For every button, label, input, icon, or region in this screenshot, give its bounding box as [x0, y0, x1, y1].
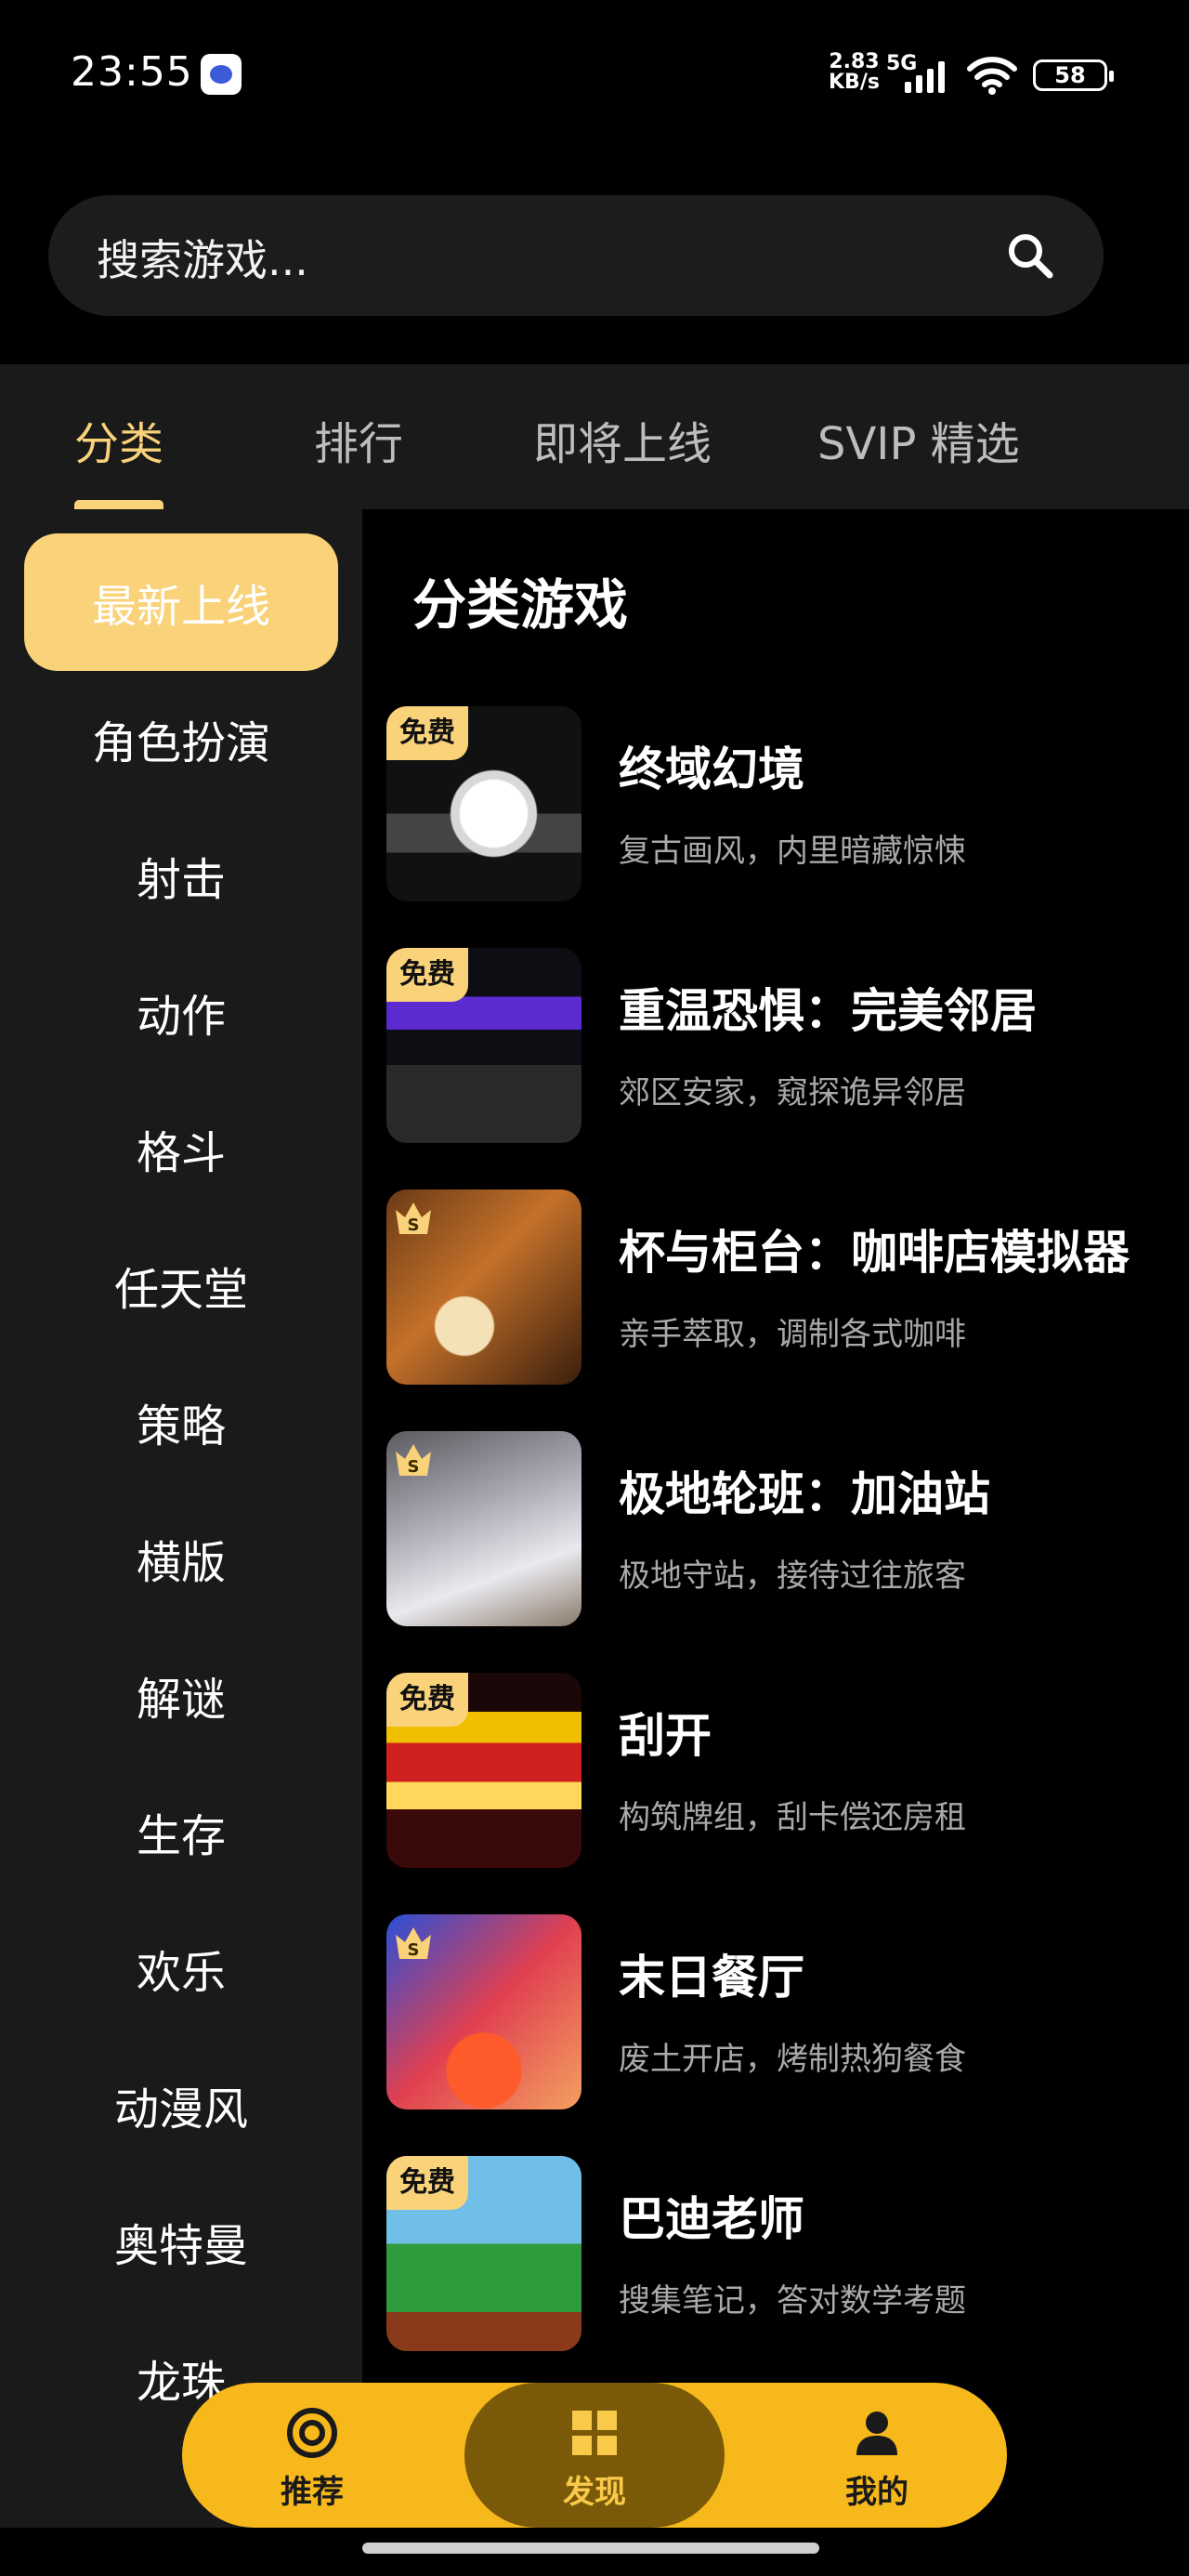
bottom-navigation: 推荐 发现 我的 [182, 2383, 1007, 2528]
app-notification-icon [201, 54, 242, 95]
svip-crown-icon: S [396, 1203, 431, 1235]
game-item[interactable]: 免费 重温恐惧：完美邻居 郊区安家，窥探诡异邻居 [386, 948, 1185, 1143]
free-badge: 免费 [386, 948, 468, 1002]
wifi-icon [967, 57, 1017, 95]
nav-label: 发现 [563, 2474, 626, 2511]
nav-label: 推荐 [281, 2474, 344, 2511]
sidebar-item-puzzle[interactable]: 解谜 [24, 1626, 338, 1764]
grid-icon [572, 2411, 617, 2455]
game-list-panel: 分类游戏 免费 终域幻境 复古画风，内里暗藏惊悚 免费 重温恐惧：完美邻居 郊区… [362, 509, 1189, 2528]
nav-profile[interactable]: 我的 [747, 2383, 1007, 2528]
section-title: 分类游戏 [412, 573, 629, 637]
sidebar-item-nintendo[interactable]: 任天堂 [24, 1216, 338, 1354]
tab-category[interactable]: 分类 [74, 407, 163, 472]
game-thumbnail: S [386, 1431, 581, 1626]
target-icon [287, 2408, 337, 2458]
game-thumbnail: 免费 [386, 706, 581, 901]
sidebar-item-rpg[interactable]: 角色扮演 [24, 670, 338, 808]
sidebar-item-fighting[interactable]: 格斗 [24, 1080, 338, 1217]
game-title: 巴迪老师 [619, 2192, 804, 2246]
category-sidebar[interactable]: 最新上线 角色扮演 射击 动作 格斗 任天堂 策略 横版 解谜 生存 欢乐 动漫… [0, 509, 362, 2528]
game-thumbnail: S [386, 1189, 581, 1385]
home-indicator[interactable] [362, 2543, 819, 2554]
status-time: 23:55 [71, 48, 193, 96]
tab-upcoming[interactable]: 即将上线 [533, 407, 712, 472]
svip-crown-icon: S [396, 1444, 431, 1477]
free-badge: 免费 [386, 1673, 468, 1727]
game-item[interactable]: 免费 终域幻境 复古画风，内里暗藏惊悚 [386, 706, 1185, 901]
sidebar-item-ultraman[interactable]: 奥特曼 [24, 2173, 338, 2310]
sidebar-item-shooter[interactable]: 射击 [24, 807, 338, 944]
game-item[interactable]: S 杯与柜台：咖啡店模拟器 亲手萃取，调制各式咖啡 [386, 1189, 1185, 1385]
sidebar-item-latest[interactable]: 最新上线 [24, 533, 338, 671]
nav-discover[interactable]: 发现 [464, 2383, 725, 2528]
signal-icon [905, 61, 945, 93]
sidebar-item-survival[interactable]: 生存 [24, 1763, 338, 1900]
game-item[interactable]: S 极地轮班：加油站 极地守站，接待过往旅客 [386, 1431, 1185, 1626]
sidebar-item-anime[interactable]: 动漫风 [24, 2036, 338, 2174]
game-description: 构筑牌组，刮卡偿还房租 [619, 1799, 966, 1836]
network-speed: 2.83 KB/s [829, 52, 880, 93]
tab-ranking[interactable]: 排行 [314, 407, 403, 472]
search-placeholder: 搜索游戏... [97, 235, 308, 285]
free-badge: 免费 [386, 2156, 468, 2210]
game-title: 末日餐厅 [619, 1951, 804, 2004]
game-title: 极地轮班：加油站 [619, 1467, 990, 1521]
game-description: 复古画风，内里暗藏惊悚 [619, 833, 966, 870]
status-bar: 23:55 2.83 KB/s 5G 58 [0, 0, 1189, 149]
free-badge: 免费 [386, 706, 468, 760]
game-thumbnail: S [386, 1914, 581, 2109]
nav-recommend[interactable]: 推荐 [182, 2383, 442, 2528]
network-speed-unit: KB/s [829, 71, 880, 94]
game-item[interactable]: 免费 刮开 构筑牌组，刮卡偿还房租 [386, 1673, 1185, 1868]
svip-badge-text: S [408, 1940, 420, 1960]
game-thumbnail: 免费 [386, 2156, 581, 2351]
game-description: 郊区安家，窥探诡异邻居 [619, 1074, 966, 1111]
game-title: 终域幻境 [619, 743, 804, 796]
sidebar-item-strategy[interactable]: 策略 [24, 1353, 338, 1491]
category-tabs: 分类 排行 即将上线 SVIP 精选 [0, 364, 1189, 509]
game-description: 极地守站，接待过往旅客 [619, 1557, 966, 1595]
network-speed-value: 2.83 [829, 50, 880, 73]
game-title: 重温恐惧：完美邻居 [619, 984, 1037, 1038]
nav-label: 我的 [845, 2474, 908, 2511]
battery-indicator: 58 [1033, 59, 1114, 91]
user-icon [856, 2412, 897, 2455]
search-icon[interactable] [1005, 230, 1055, 281]
game-title: 刮开 [619, 1709, 712, 1763]
svip-badge-text: S [408, 1457, 420, 1477]
game-item[interactable]: S 末日餐厅 废土开店，烤制热狗餐食 [386, 1914, 1185, 2109]
sidebar-item-action[interactable]: 动作 [24, 943, 338, 1081]
game-description: 搜集笔记，答对数学考题 [619, 2282, 966, 2320]
game-thumbnail: 免费 [386, 1673, 581, 1868]
game-item[interactable]: 免费 巴迪老师 搜集笔记，答对数学考题 [386, 2156, 1185, 2351]
game-description: 废土开店，烤制热狗餐食 [619, 2041, 966, 2078]
tab-active-indicator [74, 500, 163, 509]
svip-crown-icon: S [396, 1927, 431, 1960]
sidebar-item-fun[interactable]: 欢乐 [24, 1899, 338, 2037]
svip-badge-text: S [408, 1216, 420, 1235]
game-title: 杯与柜台：咖啡店模拟器 [619, 1226, 1130, 1280]
search-input[interactable]: 搜索游戏... [48, 195, 1104, 316]
sidebar-item-sidescroller[interactable]: 横版 [24, 1490, 338, 1627]
game-description: 亲手萃取，调制各式咖啡 [619, 1316, 966, 1353]
game-thumbnail: 免费 [386, 948, 581, 1143]
tab-svip[interactable]: SVIP 精选 [817, 407, 1020, 472]
